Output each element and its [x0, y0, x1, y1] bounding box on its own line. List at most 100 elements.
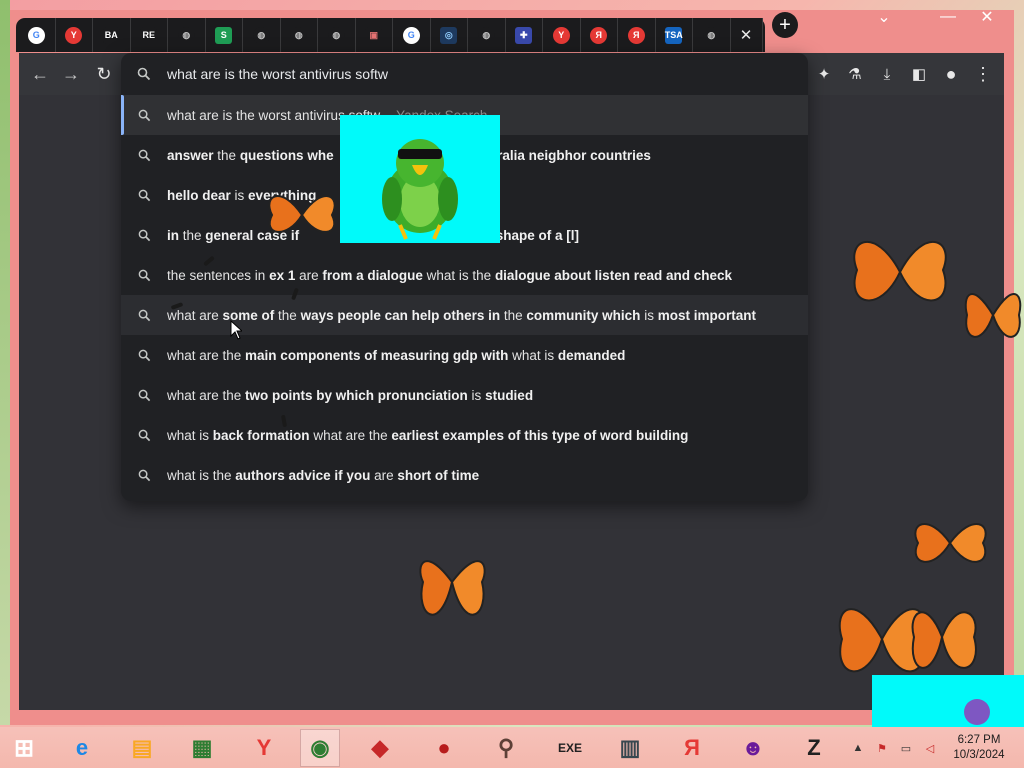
- cyan-overlay-image: [872, 675, 1024, 727]
- suggestion-text-part: most important: [657, 307, 756, 323]
- browser-tab[interactable]: ✚: [506, 18, 543, 52]
- suggestion-item[interactable]: the sentences in ex 1 are from a dialogu…: [121, 255, 808, 295]
- browser-tab[interactable]: RE: [131, 18, 168, 52]
- browser-tab[interactable]: ◍: [281, 18, 318, 52]
- bonzi-icon[interactable]: ☻: [733, 729, 773, 767]
- suggestion-text-part: what is: [167, 427, 213, 443]
- search-icon: [121, 269, 167, 282]
- butterfly-icon: [268, 195, 336, 233]
- globe-icon: ◍: [177, 26, 195, 44]
- search-icon: [121, 229, 167, 242]
- suggestion-text-part: what are: [167, 307, 223, 323]
- globe-icon: ◍: [702, 26, 720, 44]
- suggestion-text-part: short of time: [397, 467, 480, 483]
- suggestion-text-part: what are the: [167, 347, 246, 363]
- volume-muted-icon[interactable]: ◁: [922, 741, 938, 755]
- suggestion-text: what are some of the ways people can hel…: [167, 308, 756, 323]
- ya-app-icon[interactable]: Я: [672, 729, 712, 767]
- suggestion-item[interactable]: what are some of the ways people can hel…: [121, 295, 808, 335]
- suggestion-item[interactable]: what are the two points by which pronunc…: [121, 375, 808, 415]
- suggestion-item[interactable]: what is the authors advice if you are sh…: [121, 455, 808, 495]
- suggestion-text-part: what is the: [167, 467, 236, 483]
- cube-icon[interactable]: ◆: [360, 729, 400, 767]
- search-icon: [121, 109, 167, 122]
- file-explorer-icon[interactable]: ▤: [122, 729, 162, 767]
- ya-icon: Я: [590, 26, 608, 44]
- reader-icon[interactable]: ▥: [610, 729, 650, 767]
- browser-tab[interactable]: Y: [56, 18, 93, 52]
- browser-tab[interactable]: Я: [581, 18, 618, 52]
- suggestion-text: what are the main components of measurin…: [167, 348, 625, 363]
- yandex-browser-icon[interactable]: Y: [244, 729, 284, 767]
- search-icon: [121, 389, 167, 402]
- sphere-icon[interactable]: ●: [424, 729, 464, 767]
- suggestion-text-part: community which: [526, 307, 641, 323]
- suggestion-text-part: is: [640, 307, 658, 323]
- browser-tab[interactable]: ▣: [356, 18, 393, 52]
- labs-icon[interactable]: ⚗: [845, 64, 865, 84]
- browser-tab[interactable]: ◍: [318, 18, 356, 52]
- search-icon: [121, 309, 167, 322]
- downloads-icon[interactable]: ⤓: [877, 64, 897, 84]
- browser-tab[interactable]: ◍: [243, 18, 281, 52]
- taskbar-clock[interactable]: 6:27 PM 10/3/2024: [946, 733, 1012, 763]
- search-icon: [121, 67, 167, 81]
- browser-tab[interactable]: ◍: [693, 18, 731, 52]
- browser-menu-icon[interactable]: ⋮: [973, 64, 993, 84]
- reload-button[interactable]: ↻: [92, 64, 116, 84]
- browser-tab[interactable]: G: [18, 18, 56, 52]
- suggestion-text-part: are: [370, 467, 398, 483]
- browser-tab[interactable]: G: [393, 18, 431, 52]
- suggestion-text-part: dialogue about listen read and check: [494, 267, 732, 283]
- tab-search-chevron-icon[interactable]: ⌄: [872, 6, 896, 28]
- close-tab-icon[interactable]: ✕: [740, 26, 753, 44]
- mouse-cursor-icon: [230, 320, 242, 340]
- google-icon: G: [27, 26, 45, 44]
- clock-date: 10/3/2024: [953, 749, 1005, 761]
- suggestion-text-part: back formation: [212, 427, 310, 443]
- chrome-like-icon[interactable]: ◉: [300, 729, 340, 767]
- browser-tab[interactable]: TSA: [656, 18, 693, 52]
- magnifier-tool-icon[interactable]: ⚲: [486, 729, 526, 767]
- active-tab[interactable]: ✕: [730, 18, 763, 52]
- suggestion-text-part: authors advice if you: [235, 467, 371, 483]
- start-button[interactable]: ⊞: [4, 729, 44, 767]
- yandex-icon: Y: [65, 26, 83, 44]
- tray-overflow-icon[interactable]: ▲: [850, 741, 866, 755]
- close-window-button[interactable]: ✕: [974, 6, 1000, 28]
- butterfly-icon: [838, 608, 977, 673]
- browser-tab[interactable]: ◍: [168, 18, 206, 52]
- address-input-text[interactable]: what are is the worst antivirus softw: [167, 66, 388, 82]
- forward-button[interactable]: →: [59, 64, 83, 84]
- maximize-button[interactable]: [936, 6, 964, 28]
- extensions-icon[interactable]: ✦: [814, 64, 834, 84]
- side-panel-icon[interactable]: ◧: [909, 64, 929, 84]
- z-app-icon[interactable]: Z: [794, 729, 834, 767]
- ie-icon[interactable]: e: [62, 729, 102, 767]
- new-tab-button[interactable]: +: [772, 12, 798, 38]
- flag-icon[interactable]: ⚑: [874, 741, 890, 755]
- parrot-overlay-image: [340, 115, 500, 243]
- suggestion-text-part: the: [274, 307, 301, 323]
- network-icon[interactable]: ▭: [898, 741, 914, 755]
- browser-tab[interactable]: ◍: [468, 18, 506, 52]
- suggestion-text-part: answer: [167, 147, 214, 163]
- suggestion-text-part: the sentences in: [167, 267, 270, 283]
- browser-tab[interactable]: Я: [618, 18, 656, 52]
- browser-tab[interactable]: BA: [93, 18, 131, 52]
- address-bar[interactable]: what are is the worst antivirus softw: [121, 53, 808, 95]
- suggestion-text-part: is: [467, 387, 486, 403]
- butterfly-icon: [914, 523, 987, 563]
- youtube-exe-icon[interactable]: EXE: [550, 729, 590, 767]
- suggestion-text-part: is: [230, 187, 249, 203]
- butterfly-icon: [419, 560, 486, 616]
- back-button[interactable]: ←: [28, 64, 52, 84]
- store-icon[interactable]: ▦: [182, 729, 222, 767]
- suggestion-item[interactable]: what are the main components of measurin…: [121, 335, 808, 375]
- profile-avatar-icon[interactable]: ●: [941, 64, 961, 84]
- browser-tab[interactable]: ◎: [431, 18, 468, 52]
- suggestion-item[interactable]: what is back formation what are the earl…: [121, 415, 808, 455]
- clock-time: 6:27 PM: [957, 734, 1001, 746]
- browser-tab[interactable]: Y: [543, 18, 581, 52]
- browser-tab[interactable]: S: [206, 18, 243, 52]
